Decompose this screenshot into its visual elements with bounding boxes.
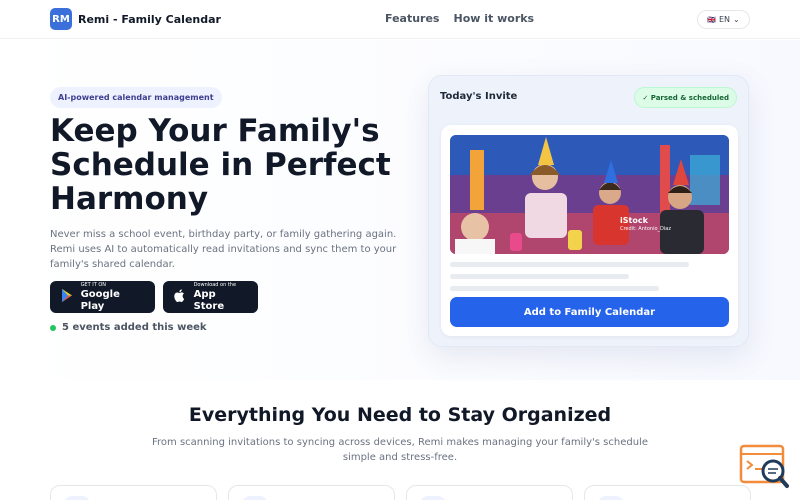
invite-preview: iStock Credit: Antonio_Diaz Add to Famil…: [441, 125, 738, 336]
main-nav: Features How it works: [385, 12, 534, 25]
feature-card[interactable]: [406, 485, 573, 500]
party-photo: iStock Credit: Antonio_Diaz: [450, 135, 729, 254]
play-icon: [60, 289, 74, 305]
chevron-down-icon: ⌄: [733, 15, 740, 24]
invite-card: Today's Invite ✓ Parsed & scheduled iSto…: [428, 75, 749, 347]
add-to-calendar-button[interactable]: Add to Family Calendar: [450, 297, 729, 327]
nav-link-how-it-works[interactable]: How it works: [453, 12, 534, 25]
flag-icon: 🇬🇧: [707, 15, 716, 24]
features-subtitle: From scanning invitations to syncing acr…: [152, 437, 648, 463]
feature-card[interactable]: [584, 485, 751, 500]
photo-credit: Credit: Antonio_Diaz: [620, 226, 671, 232]
invite-card-title: Today's Invite: [440, 91, 518, 102]
placeholder-line: [450, 286, 659, 291]
apple-icon: [173, 289, 187, 305]
app-store-button[interactable]: Download on the App Store: [163, 281, 258, 313]
brand-name: Remi - Family Calendar: [78, 12, 221, 26]
app-store-label: App Store: [193, 288, 225, 312]
nav-link-features[interactable]: Features: [385, 12, 439, 25]
hero-subtitle: Never miss a school event, birthday part…: [50, 229, 397, 270]
status-badge: ✓ Parsed & scheduled: [634, 87, 737, 108]
features-title: Everything You Need to Stay Organized: [188, 404, 612, 426]
events-count-text: 5 events added this week: [62, 322, 207, 333]
google-play-button[interactable]: GET IT ON Google Play: [50, 281, 155, 313]
google-play-label: Google Play: [80, 288, 120, 312]
language-label: EN: [718, 15, 731, 24]
hero-badge: AI-powered calendar management: [50, 87, 222, 108]
placeholder-line: [450, 262, 689, 267]
feature-icon: [64, 496, 90, 500]
feature-icon: [598, 496, 624, 500]
feature-icon: [242, 496, 268, 500]
placeholder-line: [450, 274, 629, 279]
google-play-small-label: GET IT ON: [80, 281, 107, 288]
status-dot: [50, 324, 56, 331]
feature-card[interactable]: [228, 485, 395, 500]
feature-card[interactable]: [50, 485, 217, 500]
help-widget-icon[interactable]: [738, 443, 790, 491]
feature-icon: [420, 496, 446, 500]
top-navbar: RM Remi - Family Calendar Features How i…: [0, 0, 800, 39]
brand[interactable]: RM Remi - Family Calendar: [50, 8, 221, 30]
photo-watermark: iStock: [620, 216, 648, 225]
logo-badge: RM: [50, 8, 72, 30]
language-selector[interactable]: 🇬🇧 EN ⌄: [697, 10, 750, 29]
app-store-small-label: Download on the: [193, 281, 237, 288]
events-indicator: 5 events added this week: [50, 322, 207, 333]
hero-title: Keep Your Family's Schedule in Perfect H…: [50, 113, 391, 217]
